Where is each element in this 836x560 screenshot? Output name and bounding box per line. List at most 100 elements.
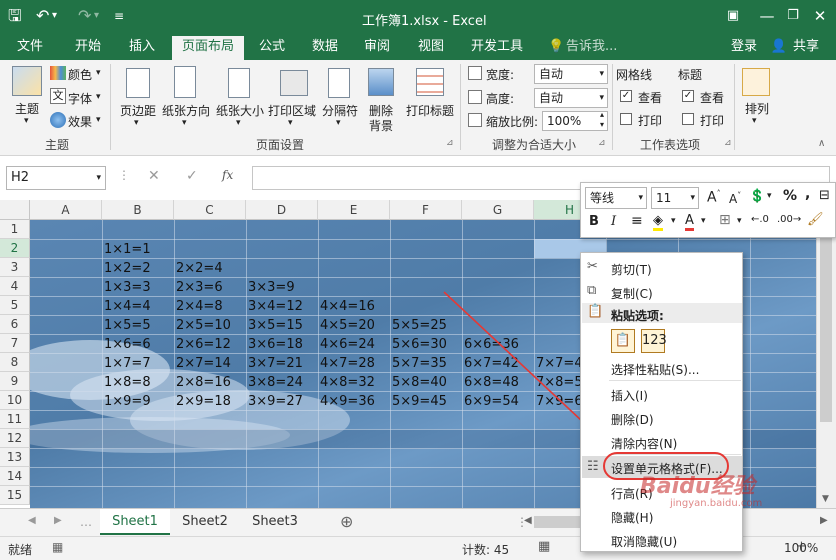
gridlines-view-checkbox[interactable]: ✓ <box>620 90 632 102</box>
row-header-1[interactable]: 1 <box>0 220 30 239</box>
gridlines-print-checkbox[interactable] <box>620 113 632 125</box>
add-sheet-icon[interactable]: ⊕ <box>340 512 353 531</box>
scroll-left-icon[interactable]: ◀ <box>524 515 532 526</box>
cell-e7[interactable]: 4×6=24 <box>320 335 375 354</box>
size-dropdown-icon[interactable]: ▾ <box>236 118 241 128</box>
enter-icon[interactable]: ✓ <box>186 168 198 184</box>
cell-d9[interactable]: 3×8=24 <box>248 373 303 392</box>
row-header-12[interactable]: 12 <box>0 429 30 448</box>
spinner-arrows-icon[interactable]: ▴ ▾ <box>600 110 604 130</box>
cell-d10[interactable]: 3×9=27 <box>248 392 303 411</box>
customize-qat-icon[interactable]: ≡ <box>114 6 124 26</box>
align-center-icon[interactable]: ≡ <box>631 213 643 229</box>
ribbon-display-icon[interactable]: ▣ <box>723 6 743 26</box>
tabs-more-icon[interactable]: … <box>80 515 92 529</box>
sheet-tab-1[interactable]: Sheet1 <box>100 509 170 535</box>
print-area-dropdown-icon[interactable]: ▾ <box>288 118 293 128</box>
cell-d8[interactable]: 3×7=21 <box>248 354 303 373</box>
cell-c10[interactable]: 2×9=18 <box>176 392 231 411</box>
redo-dropdown-icon[interactable]: ▾ <box>94 6 99 26</box>
tab-home[interactable]: 开始 <box>68 36 108 60</box>
cell-c4[interactable]: 2×3=6 <box>176 278 223 297</box>
collapse-ribbon-icon[interactable]: ∧ <box>818 138 825 149</box>
effects-button[interactable]: 效果 <box>68 113 92 130</box>
column-header-g[interactable]: G <box>462 200 534 220</box>
menu-item-unhide[interactable]: 取消隐藏(U) <box>611 533 677 550</box>
cell-e5[interactable]: 4×4=16 <box>320 297 375 316</box>
tab-page-layout[interactable]: 页面布局 <box>172 36 244 60</box>
format-painter-menu-icon[interactable]: ⊟ <box>819 188 830 203</box>
vertical-scrollbar[interactable]: ▲ ▼ <box>816 200 836 508</box>
zoom-level[interactable]: 100% <box>784 541 818 555</box>
save-icon[interactable]: 🖫 <box>8 6 22 26</box>
tab-insert[interactable]: 插入 <box>122 36 162 60</box>
cell-c9[interactable]: 2×8=16 <box>176 373 231 392</box>
breaks-button[interactable]: 分隔符 <box>320 102 360 119</box>
cell-b6[interactable]: 1×5=5 <box>104 316 151 335</box>
fill-color-icon[interactable]: ◈ <box>653 213 663 231</box>
undo-icon[interactable]: ↶ <box>36 6 49 26</box>
themes-icon[interactable] <box>12 66 42 96</box>
font-color-icon[interactable]: A <box>685 213 694 231</box>
cell-d5[interactable]: 3×4=12 <box>248 297 303 316</box>
row-header-8[interactable]: 8 <box>0 353 30 372</box>
cell-b5[interactable]: 1×4=4 <box>104 297 151 316</box>
delete-background-label-2[interactable]: 背景 <box>364 117 398 134</box>
paste-option-paste-icon[interactable]: 📋 <box>611 329 635 353</box>
paste-option-values-icon[interactable]: 123 <box>641 329 667 353</box>
scroll-down-icon[interactable]: ▼ <box>822 494 829 504</box>
cell-d4[interactable]: 3×3=9 <box>248 278 295 297</box>
sign-in-link[interactable]: 登录 <box>726 36 762 60</box>
close-icon[interactable]: ✕ <box>810 6 830 26</box>
horizontal-scroll-thumb[interactable] <box>534 516 580 528</box>
restore-icon[interactable]: ❐ <box>783 6 803 26</box>
name-box[interactable]: H2 ▾ <box>6 166 106 190</box>
tell-me-search[interactable]: 告诉我... <box>566 36 617 60</box>
decrease-font-icon[interactable]: A˅ <box>729 191 741 206</box>
cell-e10[interactable]: 4×9=36 <box>320 392 375 411</box>
scale-launcher-icon[interactable]: ⊿ <box>598 138 606 148</box>
orientation-button[interactable]: 纸张方向 <box>160 102 212 119</box>
cell-e9[interactable]: 4×8=32 <box>320 373 375 392</box>
cell-c5[interactable]: 2×4=8 <box>176 297 223 316</box>
column-header-a[interactable]: A <box>30 200 102 220</box>
bold-icon[interactable]: B <box>589 214 599 229</box>
borders-icon[interactable]: ⊞ <box>719 212 731 228</box>
row-header-13[interactable]: 13 <box>0 448 30 467</box>
currency-dropdown-icon[interactable]: ▾ <box>767 191 772 201</box>
increase-font-icon[interactable]: A˄ <box>707 189 721 206</box>
macro-record-icon[interactable]: ▦ <box>52 540 63 554</box>
cell-b10[interactable]: 1×9=9 <box>104 392 151 411</box>
tab-file[interactable]: 文件 <box>10 36 50 60</box>
row-header-3[interactable]: 3 <box>0 258 30 277</box>
next-sheet-icon[interactable]: ▶ <box>54 515 62 526</box>
margins-dropdown-icon[interactable]: ▾ <box>134 118 139 128</box>
row-header-6[interactable]: 6 <box>0 315 30 334</box>
tab-formulas[interactable]: 公式 <box>252 36 292 60</box>
menu-item-cut[interactable]: 剪切(T) <box>611 261 652 278</box>
column-header-c[interactable]: C <box>174 200 246 220</box>
orientation-dropdown-icon[interactable]: ▾ <box>182 118 187 128</box>
themes-button[interactable]: 主题 <box>10 100 44 117</box>
fonts-button[interactable]: 字体 <box>68 90 92 107</box>
print-titles-button[interactable]: 打印标题 <box>402 102 458 119</box>
themes-dropdown-icon[interactable]: ▾ <box>24 116 29 126</box>
cell-d7[interactable]: 3×6=18 <box>248 335 303 354</box>
arrange-dropdown-icon[interactable]: ▾ <box>752 116 757 126</box>
comma-icon[interactable]: , <box>805 186 810 202</box>
insert-function-icon[interactable]: fx <box>222 168 233 182</box>
margins-button[interactable]: 页边距 <box>118 102 158 119</box>
colors-dropdown-icon[interactable]: ▾ <box>96 68 101 78</box>
currency-icon[interactable]: 💲 <box>749 189 765 204</box>
menu-item-clear-contents[interactable]: 清除内容(N) <box>611 435 677 452</box>
scroll-right-icon[interactable]: ▶ <box>820 515 828 526</box>
minimize-icon[interactable]: — <box>757 6 777 26</box>
font-size-select[interactable]: 11 ▾ <box>651 187 699 209</box>
select-all-corner[interactable] <box>0 200 30 220</box>
column-header-f[interactable]: F <box>390 200 462 220</box>
fonts-dropdown-icon[interactable]: ▾ <box>96 92 101 102</box>
cell-c8[interactable]: 2×7=14 <box>176 354 231 373</box>
breaks-dropdown-icon[interactable]: ▾ <box>336 118 341 128</box>
column-header-b[interactable]: B <box>102 200 174 220</box>
colors-button[interactable]: 颜色 <box>68 66 92 83</box>
